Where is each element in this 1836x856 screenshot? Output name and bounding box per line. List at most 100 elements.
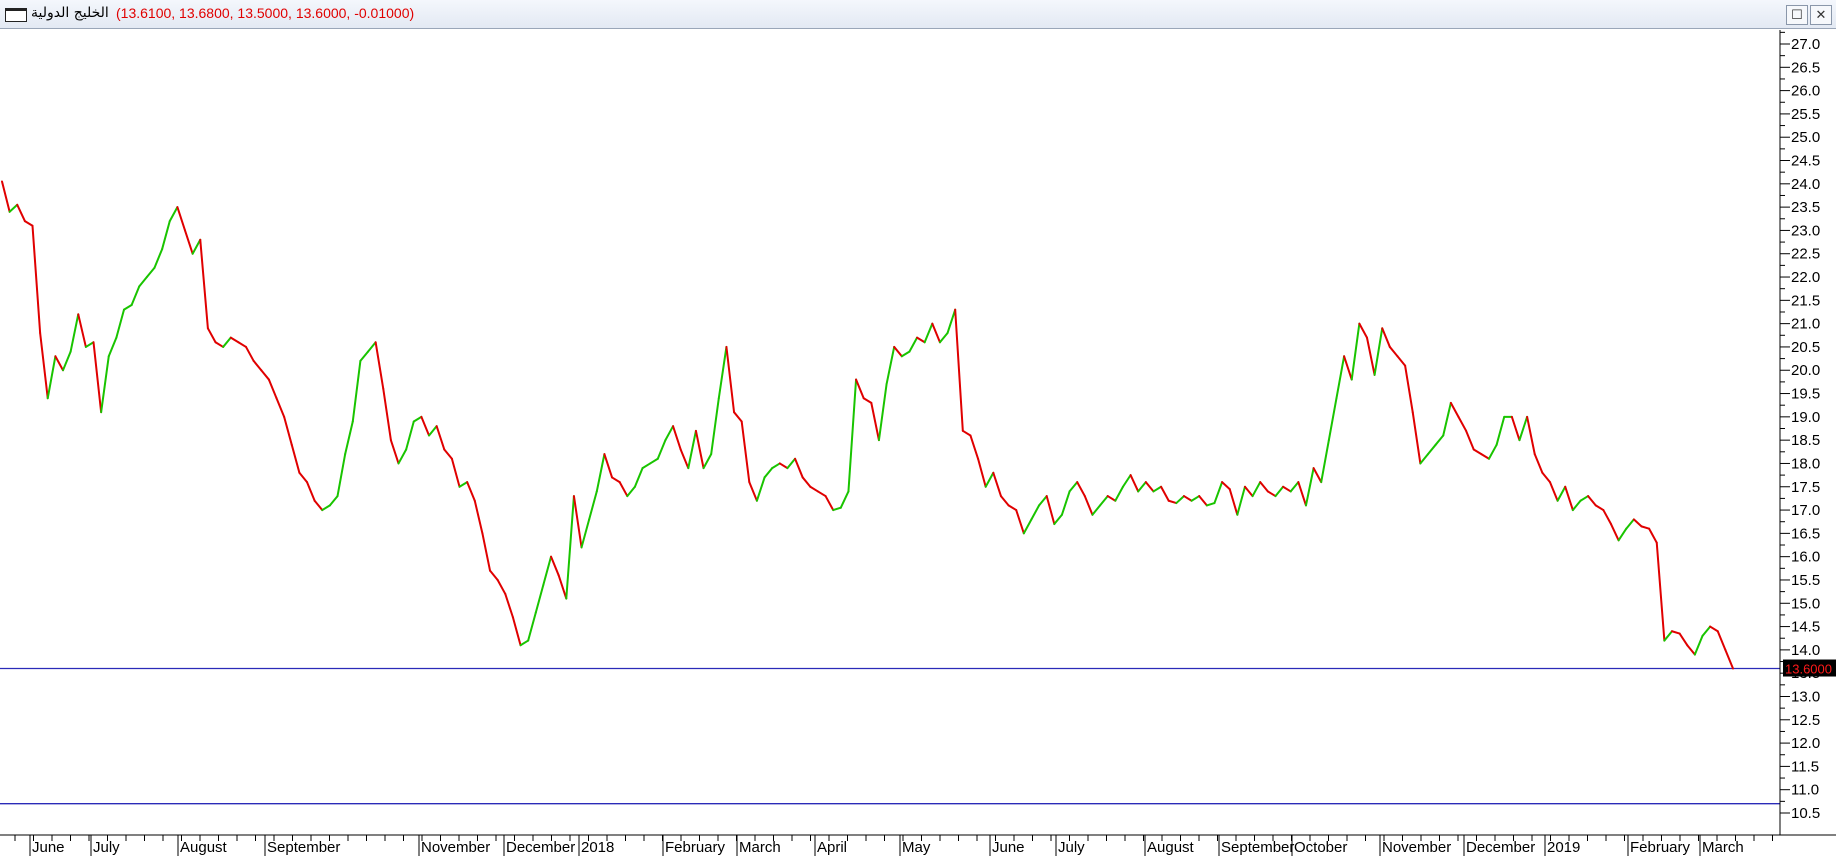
price-segment <box>1015 509 1025 535</box>
price-segment <box>397 448 408 465</box>
price-segment <box>611 476 621 484</box>
price-segment <box>938 331 949 344</box>
price-segment <box>1518 415 1529 442</box>
price-segment <box>687 429 697 470</box>
price-segment <box>1709 625 1719 633</box>
x-tick-label: August <box>1147 839 1195 856</box>
price-segment <box>1693 634 1704 656</box>
price-segment <box>1007 504 1018 512</box>
y-tick-label: 22.5 <box>1791 246 1820 263</box>
price-segment <box>1602 509 1612 526</box>
price-segment <box>809 485 819 493</box>
price-segment <box>138 276 148 288</box>
price-segment <box>954 308 964 432</box>
x-tick-label: October <box>1294 839 1347 856</box>
price-segment <box>1320 439 1330 484</box>
x-tick-label: November <box>421 839 490 856</box>
price-segment <box>16 203 26 223</box>
price-segment <box>1465 429 1475 451</box>
price-segment <box>595 453 606 493</box>
price-segment <box>1343 355 1353 381</box>
x-tick-label: February <box>1630 839 1691 856</box>
price-segment <box>298 471 309 484</box>
price-segment <box>321 504 331 512</box>
y-tick-label: 23.0 <box>1791 222 1820 239</box>
price-segment <box>1266 490 1277 498</box>
price-segment <box>1724 648 1734 670</box>
price-segment <box>1190 495 1201 502</box>
x-tick-label: December <box>1466 839 1535 856</box>
price-segment <box>794 457 804 479</box>
price-segment <box>31 224 42 334</box>
price-segment <box>1289 481 1300 493</box>
x-tick-label: July <box>93 839 120 856</box>
price-segment <box>176 206 187 232</box>
price-segment <box>1449 401 1460 418</box>
price-segment <box>1312 467 1323 484</box>
price-segment <box>168 206 179 223</box>
price-segment <box>161 220 171 251</box>
price-segment <box>1251 481 1262 498</box>
x-tick-label: August <box>180 839 228 856</box>
price-segment <box>69 313 80 353</box>
price-segment <box>473 499 484 535</box>
price-segment <box>8 203 19 213</box>
price-segment <box>1648 527 1658 544</box>
price-segment <box>1701 625 1712 637</box>
y-tick-label: 13.0 <box>1791 688 1820 705</box>
price-segment <box>245 345 255 362</box>
y-tick-label: 14.0 <box>1791 642 1820 659</box>
price-segment <box>542 555 553 586</box>
price-segment <box>572 495 583 549</box>
price-segment <box>946 308 957 334</box>
price-segment <box>1365 336 1376 376</box>
price-segment <box>1472 448 1483 456</box>
price-segment <box>1060 490 1071 516</box>
price-segment <box>1442 401 1452 437</box>
price-segment <box>1579 495 1590 502</box>
y-tick-label: 15.0 <box>1791 595 1820 612</box>
price-segment <box>656 439 667 460</box>
price-segment <box>1373 327 1384 376</box>
price-segment <box>908 336 919 353</box>
price-segment <box>1404 364 1414 414</box>
price-segment <box>1526 415 1536 456</box>
x-tick-label: December <box>506 839 575 856</box>
price-segment <box>1350 322 1361 381</box>
y-tick-label: 15.5 <box>1791 572 1820 589</box>
y-tick-label: 10.5 <box>1791 805 1820 822</box>
price-segment <box>184 229 194 255</box>
price-segment <box>214 341 225 348</box>
x-tick-label: May <box>902 839 931 856</box>
price-segment <box>1678 632 1689 647</box>
price-segment <box>1663 630 1673 642</box>
x-tick-label: April <box>817 839 847 856</box>
price-segment <box>1114 485 1124 502</box>
price-segment <box>1160 485 1170 502</box>
y-tick-label: 24.0 <box>1791 176 1820 193</box>
price-segment <box>260 369 270 381</box>
price-segment <box>1587 495 1597 507</box>
x-tick-label: March <box>739 839 781 856</box>
price-segment <box>1426 443 1437 456</box>
price-segment <box>1434 434 1445 446</box>
price-segment <box>1487 443 1498 460</box>
price-segment <box>23 220 34 227</box>
last-price-label: 13.6000 <box>1785 662 1832 677</box>
y-tick-label: 14.5 <box>1791 619 1820 636</box>
price-segment <box>641 462 652 470</box>
price-segment <box>359 350 370 362</box>
y-tick-label: 26.5 <box>1791 59 1820 76</box>
price-segment <box>1297 481 1307 507</box>
price-segment <box>702 453 713 470</box>
price-segment <box>519 639 530 647</box>
price-segment <box>877 383 888 442</box>
price-segment <box>916 336 926 344</box>
price-segment <box>534 583 545 614</box>
price-segment <box>1083 495 1094 516</box>
price-segment <box>992 471 1002 498</box>
x-tick-label: March <box>1702 839 1744 856</box>
price-segment <box>420 415 431 437</box>
price-segment <box>870 401 880 442</box>
price-segment <box>1594 504 1605 512</box>
